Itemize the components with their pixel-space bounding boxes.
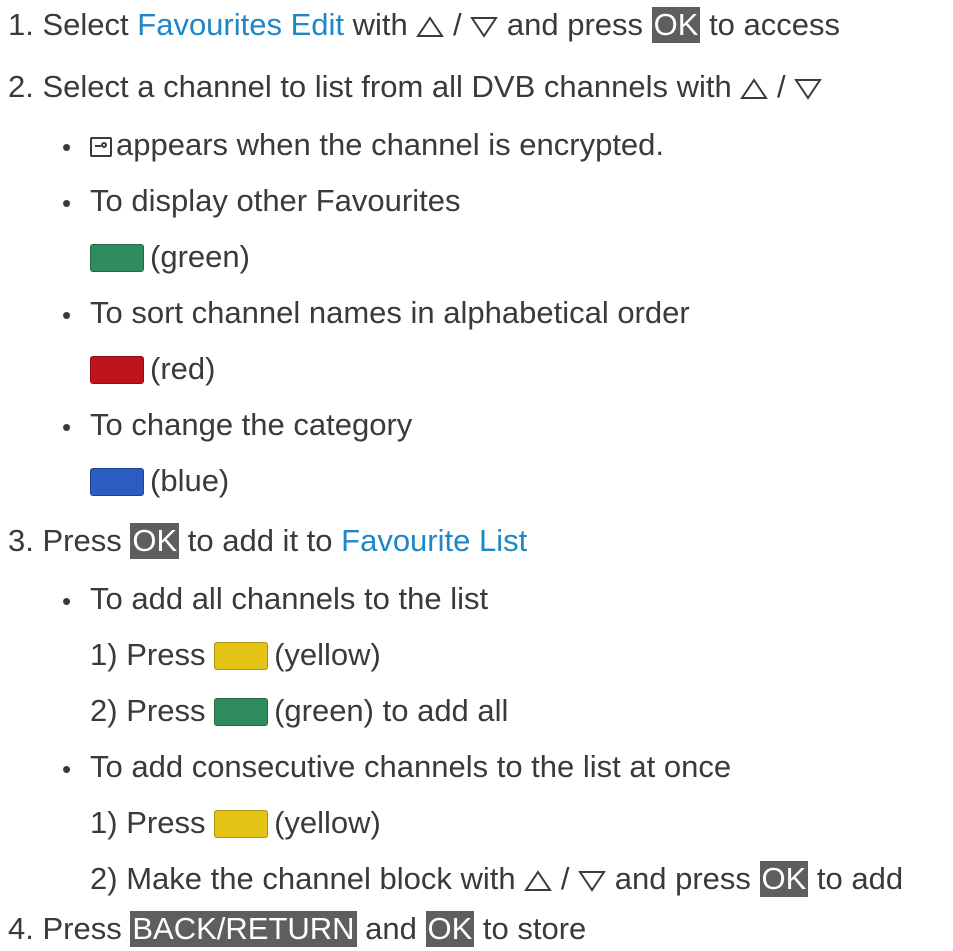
note-text: appears when the channel is encrypted. xyxy=(116,127,665,162)
button-label: (green) xyxy=(150,239,250,274)
down-triangle-icon xyxy=(470,17,499,38)
green-button-icon xyxy=(214,698,269,726)
slash: / xyxy=(776,69,786,104)
note-text: To add all channels to the list xyxy=(90,581,489,616)
substep-text: and press xyxy=(606,861,760,896)
up-triangle-icon xyxy=(416,16,445,37)
slash: / xyxy=(560,861,570,896)
button-label: (yellow) xyxy=(274,805,381,840)
red-button-line: (red) xyxy=(90,350,215,388)
substep-number: 2) xyxy=(90,861,118,896)
green-button-icon xyxy=(90,244,144,272)
note-category: To change the category xyxy=(90,406,412,444)
step-text: Press xyxy=(42,911,131,946)
ok-key: OK xyxy=(759,861,809,897)
button-label: (green) to add all xyxy=(274,693,509,728)
substep-number: 1) xyxy=(90,637,118,672)
bullet: • xyxy=(62,586,72,616)
slash: / xyxy=(453,7,462,42)
step-number: 1. xyxy=(8,7,34,42)
button-label: (yellow) xyxy=(274,637,381,672)
button-label: (red) xyxy=(150,351,216,386)
encrypted-lock-icon xyxy=(90,137,112,157)
bullet: • xyxy=(62,754,72,784)
up-triangle-icon xyxy=(524,870,553,891)
substep-text: Press xyxy=(126,693,215,728)
substep-add-all-2: 2) Press (green) to add all xyxy=(90,692,508,730)
ok-key: OK xyxy=(130,523,180,559)
yellow-button-icon xyxy=(214,642,269,670)
green-button-line: (green) xyxy=(90,238,250,276)
yellow-button-icon xyxy=(214,810,269,838)
down-triangle-icon xyxy=(794,79,823,100)
substep-number: 2) xyxy=(90,693,118,728)
note-add-consecutive: To add consecutive channels to the list … xyxy=(90,748,731,786)
note-text: To add consecutive channels to the list … xyxy=(90,749,732,784)
step-number: 2. xyxy=(8,69,34,104)
step-text: with xyxy=(344,7,408,42)
note-other-favourites: To display other Favourites xyxy=(90,182,460,220)
substep-text: Press xyxy=(126,805,215,840)
bullet: • xyxy=(62,188,72,218)
substep-text: Press xyxy=(126,637,215,672)
step-2: 2. Select a channel to list from all DVB… xyxy=(8,68,823,106)
step-text: and xyxy=(356,911,426,946)
substep-add-all-1: 1) Press (yellow) xyxy=(90,636,381,674)
step-number: 3. xyxy=(8,523,34,558)
ok-key: OK xyxy=(651,7,701,43)
note-sort: To sort channel names in alphabetical or… xyxy=(90,294,690,332)
back-return-key: BACK/RETURN xyxy=(130,911,357,947)
substep-number: 1) xyxy=(90,805,118,840)
substep-consecutive-2: 2) Make the channel block with / and pre… xyxy=(90,860,903,898)
step-text: to store xyxy=(474,911,587,946)
step-number: 4. xyxy=(8,911,34,946)
bullet: • xyxy=(62,132,72,162)
step-4: 4. Press BACK/RETURN and OK to store xyxy=(8,910,586,948)
bullet: • xyxy=(62,300,72,330)
step-text: Select a channel to list from all DVB ch… xyxy=(42,69,732,104)
note-text: To display other Favourites xyxy=(90,183,461,218)
note-text: To sort channel names in alphabetical or… xyxy=(90,295,690,330)
favourite-list-link[interactable]: Favourite List xyxy=(341,523,527,558)
step-text: to access xyxy=(700,7,841,42)
bullet: • xyxy=(62,412,72,442)
note-add-all: To add all channels to the list xyxy=(90,580,488,618)
up-triangle-icon xyxy=(740,78,769,99)
down-triangle-icon xyxy=(578,871,607,892)
blue-button-line: (blue) xyxy=(90,462,229,500)
favourites-edit-link[interactable]: Favourites Edit xyxy=(137,7,344,42)
red-button-icon xyxy=(90,356,144,384)
step-text: and press xyxy=(498,7,652,42)
blue-button-icon xyxy=(90,468,144,496)
note-text: To change the category xyxy=(90,407,413,442)
substep-text: Make the channel block with xyxy=(126,861,516,896)
ok-key: OK xyxy=(425,911,475,947)
substep-text: to add xyxy=(808,861,904,896)
step-text: to add it to xyxy=(179,523,342,558)
step-3: 3. Press OK to add it to Favourite List xyxy=(8,522,527,560)
substep-consecutive-1: 1) Press (yellow) xyxy=(90,804,381,842)
step-text: Select xyxy=(42,7,138,42)
button-label: (blue) xyxy=(150,463,230,498)
step-1: 1. Select Favourites Edit with / and pre… xyxy=(8,6,840,44)
note-encrypted: appears when the channel is encrypted. xyxy=(90,126,664,164)
step-text: Press xyxy=(42,523,131,558)
